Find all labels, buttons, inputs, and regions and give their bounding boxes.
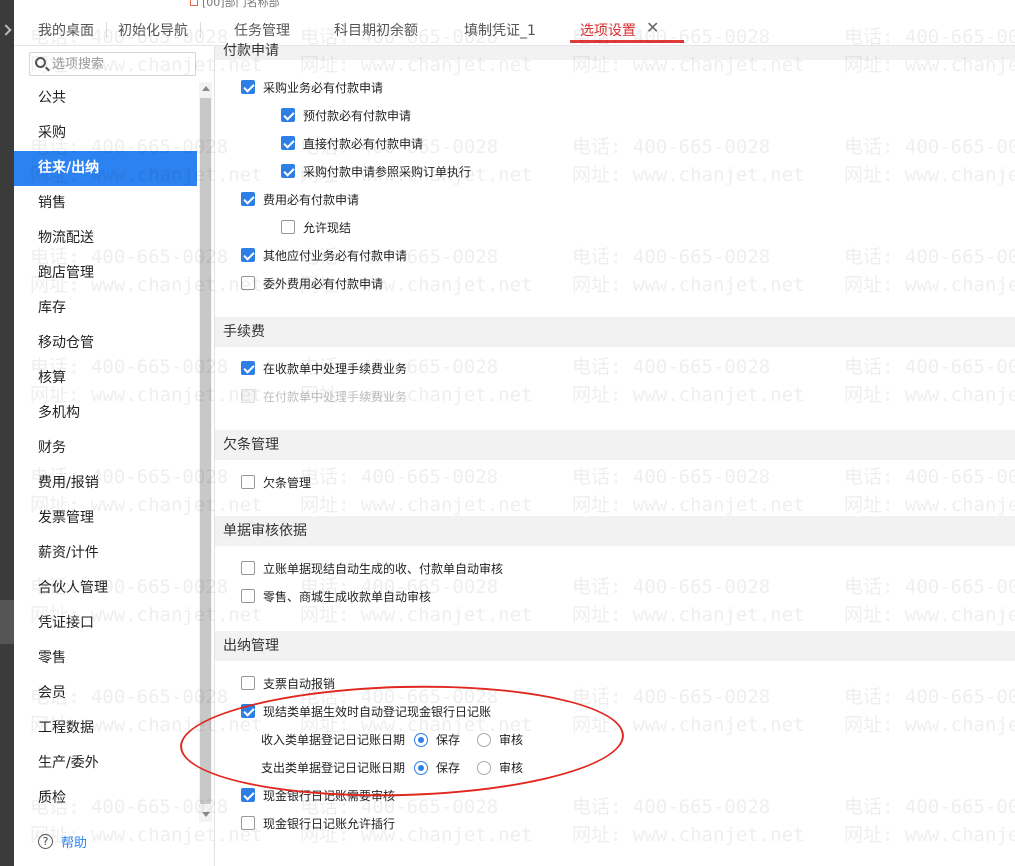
section-fees-title: 手续费 bbox=[215, 317, 1015, 347]
income-journal-date-row: 收入类单据登记日记账日期 保存 审核 bbox=[261, 730, 561, 750]
expense-radio-review-label: 审核 bbox=[499, 761, 524, 775]
sidebar-item-public[interactable]: 公共 bbox=[14, 81, 197, 116]
app-left-strip bbox=[0, 0, 14, 866]
help-icon: ? bbox=[38, 834, 53, 849]
income-journal-date-label: 收入类单据登记日记账日期 bbox=[261, 733, 406, 747]
tab-task-management[interactable]: 任务管理 bbox=[234, 20, 290, 40]
sidebar-item-purchase[interactable]: 采购 bbox=[14, 116, 197, 151]
checkbox[interactable] bbox=[241, 361, 255, 375]
section-payment-request-title: 付款申请 bbox=[215, 44, 1015, 60]
tab-option-settings[interactable]: 选项设置 bbox=[580, 20, 636, 40]
checkbox[interactable] bbox=[281, 136, 295, 150]
income-radio-save[interactable] bbox=[414, 733, 428, 747]
checkbox[interactable] bbox=[281, 220, 295, 234]
sidebar-item-sales[interactable]: 销售 bbox=[14, 186, 197, 221]
scroll-down-icon[interactable] bbox=[202, 812, 210, 817]
checkbox[interactable] bbox=[281, 108, 295, 122]
active-tab-indicator bbox=[570, 40, 684, 43]
option-search-input[interactable] bbox=[52, 55, 192, 73]
window-title: [00]部门名称部 bbox=[202, 0, 280, 8]
checkbox[interactable] bbox=[241, 788, 255, 802]
checkbox[interactable] bbox=[241, 276, 255, 290]
sidebar-item-engineering-data[interactable]: 工程数据 bbox=[14, 711, 197, 746]
expense-radio-save-label: 保存 bbox=[436, 761, 461, 775]
sidebar-item-retail[interactable]: 零售 bbox=[14, 641, 197, 676]
tab-separator bbox=[106, 22, 107, 38]
sidebar-item-multi-org[interactable]: 多机构 bbox=[14, 396, 197, 431]
checkbox[interactable] bbox=[241, 475, 255, 489]
expense-radio-save[interactable] bbox=[414, 761, 428, 775]
section-iou-title: 欠条管理 bbox=[215, 430, 1015, 460]
sidebar-item-quality[interactable]: 质检 bbox=[14, 781, 197, 816]
sidebar-item-voucher-interface[interactable]: 凭证接口 bbox=[14, 606, 197, 641]
expense-radio-review[interactable] bbox=[477, 761, 491, 775]
checkbox[interactable] bbox=[241, 80, 255, 94]
income-radio-save-label: 保存 bbox=[436, 733, 461, 747]
chevron-right-icon[interactable] bbox=[0, 24, 12, 36]
sidebar-item-mobile-warehouse[interactable]: 移动仓管 bbox=[14, 326, 197, 361]
help-label: 帮助 bbox=[61, 836, 88, 851]
checkbox[interactable] bbox=[281, 164, 295, 178]
income-radio-review[interactable] bbox=[477, 733, 491, 747]
section-cashier-title: 出纳管理 bbox=[215, 631, 1015, 661]
checkbox[interactable] bbox=[241, 192, 255, 206]
tab-bar: 我的桌面 初始化导航 任务管理 科目期初余额 填制凭证_1 选项设置 ✕ bbox=[14, 8, 1015, 46]
options-content: 付款申请 采购业务必有付款申请 预付款必有付款申请 直接付款必有付款申请 采购付… bbox=[215, 44, 1015, 866]
search-icon bbox=[35, 57, 46, 68]
sidebar-item-payroll[interactable]: 薪资/计件 bbox=[14, 536, 197, 571]
expense-journal-date-label: 支出类单据登记日记账日期 bbox=[261, 761, 406, 775]
sidebar-item-inventory[interactable]: 库存 bbox=[14, 291, 197, 326]
section-review-basis-title: 单据审核依据 bbox=[215, 516, 1015, 546]
close-icon[interactable]: ✕ bbox=[646, 18, 659, 37]
sidebar-scroll-thumb[interactable] bbox=[200, 98, 211, 804]
tab-my-desktop[interactable]: 我的桌面 bbox=[38, 20, 94, 40]
sidebar-item-store-visit[interactable]: 跑店管理 bbox=[14, 256, 197, 291]
tab-account-opening-balance[interactable]: 科目期初余额 bbox=[334, 20, 418, 40]
options-sidebar: 公共 采购 往来/出纳 销售 物流配送 跑店管理 库存 移动仓管 核算 多机构 … bbox=[14, 46, 215, 866]
tab-init-guide[interactable]: 初始化导航 bbox=[118, 20, 188, 40]
sidebar-item-logistics[interactable]: 物流配送 bbox=[14, 221, 197, 256]
sidebar-item-receivable-cashier[interactable]: 往来/出纳 bbox=[14, 151, 197, 186]
sidebar-item-partner[interactable]: 合伙人管理 bbox=[14, 571, 197, 606]
tab-separator bbox=[200, 22, 201, 38]
window-title-fragment: [00]部门名称部 bbox=[14, 0, 1015, 8]
checkbox[interactable] bbox=[241, 589, 255, 603]
expense-journal-date-row: 支出类单据登记日记账日期 保存 审核 bbox=[261, 758, 561, 778]
tab-fill-voucher[interactable]: 填制凭证_1 bbox=[464, 20, 536, 40]
sidebar-item-member[interactable]: 会员 bbox=[14, 676, 197, 711]
sidebar-item-finance[interactable]: 财务 bbox=[14, 431, 197, 466]
sidebar-item-expense[interactable]: 费用/报销 bbox=[14, 466, 197, 501]
checkbox[interactable] bbox=[241, 704, 255, 718]
sidebar-item-accounting[interactable]: 核算 bbox=[14, 361, 197, 396]
sidebar-item-invoice[interactable]: 发票管理 bbox=[14, 501, 197, 536]
income-radio-review-label: 审核 bbox=[499, 733, 524, 747]
scroll-up-icon[interactable] bbox=[202, 86, 210, 91]
checkbox[interactable] bbox=[241, 248, 255, 262]
checkbox[interactable] bbox=[241, 676, 255, 690]
document-icon bbox=[190, 0, 198, 6]
left-strip-highlight bbox=[0, 600, 14, 644]
help-link[interactable]: ? 帮助 bbox=[38, 832, 87, 852]
sidebar-item-production[interactable]: 生产/委外 bbox=[14, 746, 197, 781]
checkbox[interactable] bbox=[241, 816, 255, 830]
checkbox bbox=[241, 389, 255, 403]
checkbox[interactable] bbox=[241, 561, 255, 575]
option-search-box[interactable] bbox=[29, 52, 196, 76]
